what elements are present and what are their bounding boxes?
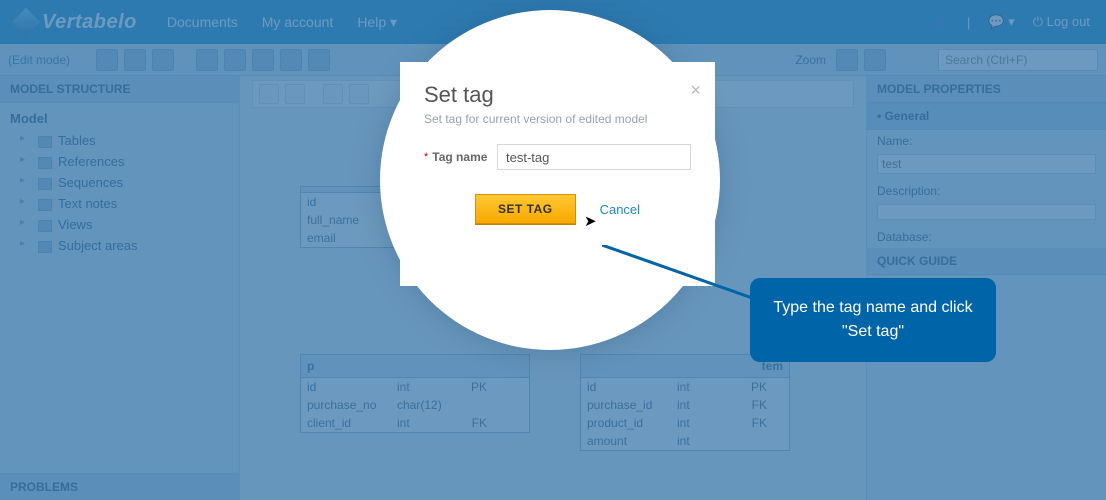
- quick-guide-head[interactable]: QUICK GUIDE: [867, 248, 1106, 275]
- logo-mark-icon: [12, 8, 40, 36]
- note-icon: [38, 199, 52, 211]
- tree-root[interactable]: Model: [10, 111, 229, 126]
- search-input[interactable]: [938, 49, 1098, 71]
- export-xml-icon[interactable]: [252, 49, 274, 71]
- tutorial-callout: Type the tag name and click "Set tag": [750, 278, 996, 362]
- add-table-icon[interactable]: [323, 84, 343, 104]
- divider-icon: |: [967, 15, 970, 30]
- description-value[interactable]: [877, 204, 1096, 220]
- area-icon: [38, 241, 52, 253]
- name-value[interactable]: test: [877, 154, 1096, 174]
- tree-text-notes[interactable]: Text notes: [10, 193, 229, 214]
- sequence-icon: [38, 178, 52, 190]
- callout-text: Type the tag name and click "Set tag": [773, 299, 972, 340]
- print-icon[interactable]: [196, 49, 218, 71]
- tag-name-input[interactable]: [497, 144, 691, 170]
- history-icon[interactable]: [152, 49, 174, 71]
- select-area-icon[interactable]: [285, 84, 305, 104]
- zoom-fit-icon[interactable]: [836, 49, 858, 71]
- db-table-item[interactable]: tem idintPK purchase_idintFK product_idi…: [580, 354, 790, 451]
- nav-right: 👤 | 💬 ▾ ⏻ Log out: [933, 14, 1090, 30]
- nav-help[interactable]: Help ▾: [357, 14, 397, 31]
- view-icon: [38, 220, 52, 232]
- tag-name-row: * Tag name: [424, 144, 691, 170]
- user-icon[interactable]: 👤: [933, 14, 949, 30]
- callout-connector: [602, 245, 772, 305]
- edit-mode-label: (Edit mode): [8, 53, 70, 67]
- problems-head[interactable]: PROBLEMS: [0, 473, 239, 500]
- tree-subject-areas[interactable]: Subject areas: [10, 235, 229, 256]
- import-icon[interactable]: [308, 49, 330, 71]
- nav-documents[interactable]: Documents: [167, 14, 238, 31]
- description-label: Description:: [867, 180, 1106, 202]
- db-table-purchase[interactable]: p idintPK purchase_nochar(12) client_idi…: [300, 354, 530, 433]
- brand-name: Vertabelo: [42, 11, 137, 34]
- nav-my-account[interactable]: My account: [262, 14, 334, 31]
- dialog-actions: SET TAG Cancel: [424, 194, 691, 224]
- database-label: Database:: [867, 226, 1106, 248]
- add-reference-icon[interactable]: [349, 84, 369, 104]
- required-icon: *: [424, 151, 428, 163]
- set-tag-button[interactable]: SET TAG: [475, 194, 576, 224]
- tag-name-label: Tag name: [432, 150, 497, 164]
- save-icon[interactable]: [96, 49, 118, 71]
- zoom-label: Zoom: [795, 53, 826, 67]
- close-icon[interactable]: ×: [690, 80, 701, 101]
- left-panel: MODEL STRUCTURE Model Tables References …: [0, 76, 240, 500]
- chat-icon[interactable]: 💬 ▾: [988, 14, 1014, 30]
- brand-logo[interactable]: Vertabelo: [16, 11, 137, 34]
- export-sql-icon[interactable]: [224, 49, 246, 71]
- table-icon: [38, 136, 52, 148]
- tree-tables[interactable]: Tables: [10, 130, 229, 151]
- tree-sequences[interactable]: Sequences: [10, 172, 229, 193]
- model-properties-head: MODEL PROPERTIES: [867, 76, 1106, 103]
- zoom-100-icon[interactable]: [864, 49, 886, 71]
- export-png-icon[interactable]: [280, 49, 302, 71]
- pointer-tool-icon[interactable]: [259, 84, 279, 104]
- reference-icon: [38, 157, 52, 169]
- dialog-title: Set tag: [424, 82, 691, 108]
- logout-link[interactable]: ⏻ Log out: [1033, 14, 1090, 30]
- cancel-link[interactable]: Cancel: [600, 202, 640, 217]
- general-section-head[interactable]: • General: [867, 103, 1106, 130]
- dialog-subtitle: Set tag for current version of edited mo…: [424, 112, 691, 126]
- tree-views[interactable]: Views: [10, 214, 229, 235]
- model-structure-head: MODEL STRUCTURE: [0, 76, 239, 103]
- model-tree: Model Tables References Sequences Text n…: [0, 103, 239, 473]
- share-icon[interactable]: [124, 49, 146, 71]
- name-label: Name:: [867, 130, 1106, 152]
- tree-references[interactable]: References: [10, 151, 229, 172]
